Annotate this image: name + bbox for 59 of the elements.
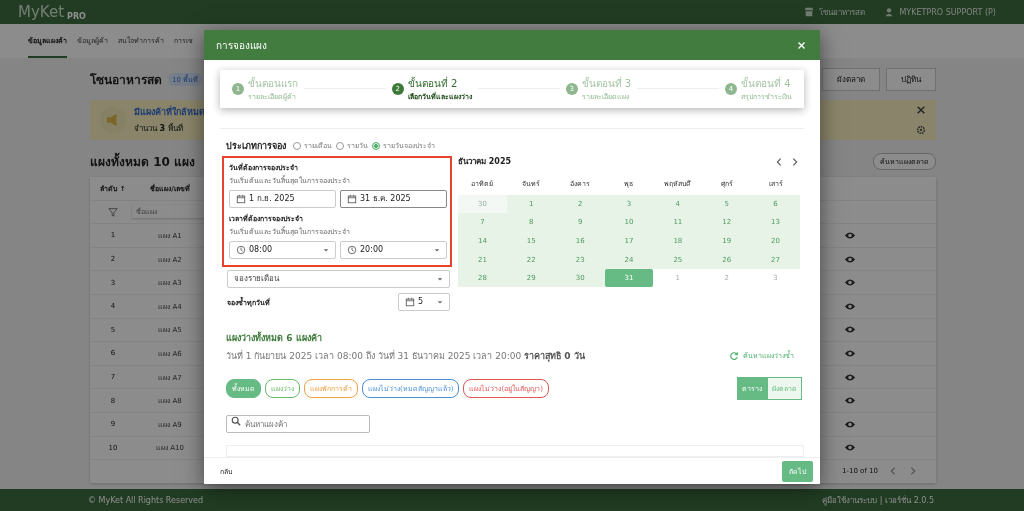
radio-button[interactable] [293, 141, 301, 150]
calendar-icon [347, 193, 357, 204]
chevron-left-icon[interactable] [774, 156, 784, 167]
search-field[interactable]: ค้นหาแผงค้า [226, 415, 370, 433]
repeat-mode-select[interactable]: จองรายเดือน [227, 269, 450, 288]
start-time-select[interactable]: 08:00 [229, 240, 336, 259]
view-button[interactable]: ผังตลาด [822, 67, 880, 91]
booking-type-label: ประเภทการจอง [226, 139, 286, 153]
chevron-right-icon[interactable] [790, 156, 800, 167]
settings-icon[interactable] [916, 125, 926, 135]
eye-icon[interactable] [844, 301, 856, 311]
eye-icon[interactable] [844, 443, 856, 453]
eye-icon[interactable] [844, 396, 856, 406]
eye-icon[interactable] [844, 231, 856, 240]
step-title: ขั้นตอนที่ 3 [581, 75, 632, 91]
calendar-icon [236, 193, 246, 204]
eye-icon[interactable] [844, 348, 856, 358]
eye-icon[interactable] [844, 325, 856, 335]
available-title: แผงว่างทั้งหมด 6 แผงค้า [226, 330, 323, 345]
copyright-text: © MyKet All Rights Reserved [88, 495, 204, 505]
eye-icon[interactable] [844, 419, 856, 429]
end-time-select[interactable]: 20:00 [340, 240, 447, 259]
logo[interactable]: MyKet [18, 3, 65, 21]
calendar-month: ธันวาคม 2025 [458, 156, 512, 168]
stalls-title: แผงทั้งหมด 10 แผง [90, 152, 196, 171]
alert-count: จำนวน 3 พื้นที่ [134, 122, 184, 135]
caret-icon [437, 298, 443, 305]
start-date-field[interactable]: 1 ก.ย. 2025 [229, 189, 336, 208]
refresh-icon [729, 350, 739, 361]
user-icon [884, 7, 895, 17]
end-date-field[interactable]: 31 ธ.ค. 2025 [340, 189, 447, 208]
dialog-title: การจองแผง [216, 38, 267, 53]
footer-links[interactable]: คู่มือใช้งานระบบ | เวอร์ชั่น 2.0.5 [822, 493, 934, 507]
logo-subtitle: PRO [67, 12, 86, 21]
close-icon[interactable] [916, 105, 926, 115]
step-title: ขั้นตอนที่ 2 [407, 75, 459, 91]
store-icon [804, 7, 815, 17]
zone-title: โซนอาหารสด [90, 71, 162, 89]
clock-icon [347, 244, 357, 255]
view-button[interactable]: ปฏิทิน [886, 67, 936, 91]
caret-icon [434, 246, 440, 253]
booking-summary: วันที่ 1 กันยายน 2025 เวลา 08:00 ถึง วันที่ 31 ธันวาคม 2025 เวลา 20:00 ราคาสุทธิ 0 วัน [226, 349, 585, 363]
caret-icon [437, 275, 443, 282]
search-icon [231, 415, 241, 426]
repeat-day-select[interactable]: 5 [398, 292, 450, 311]
alert-title[interactable]: มีแผงค้าที่ใกล้หมด [134, 105, 205, 119]
clock-icon [236, 244, 246, 255]
radio-button[interactable] [372, 141, 380, 150]
calendar-icon [405, 296, 415, 307]
radio-button[interactable] [336, 141, 344, 150]
step-title: ขั้นตอนที่ 4 [741, 75, 792, 91]
user-name[interactable]: MYKETPRO SUPPORT (P) [899, 7, 996, 17]
filter-icon[interactable] [108, 206, 118, 217]
eye-icon[interactable] [844, 372, 856, 382]
eye-icon[interactable] [844, 254, 856, 264]
step-title: ขั้นตอนแรก [248, 75, 298, 91]
eye-icon[interactable] [844, 278, 856, 288]
caret-icon [323, 246, 329, 253]
zone-name[interactable]: โซนอาหารสด [819, 5, 866, 19]
